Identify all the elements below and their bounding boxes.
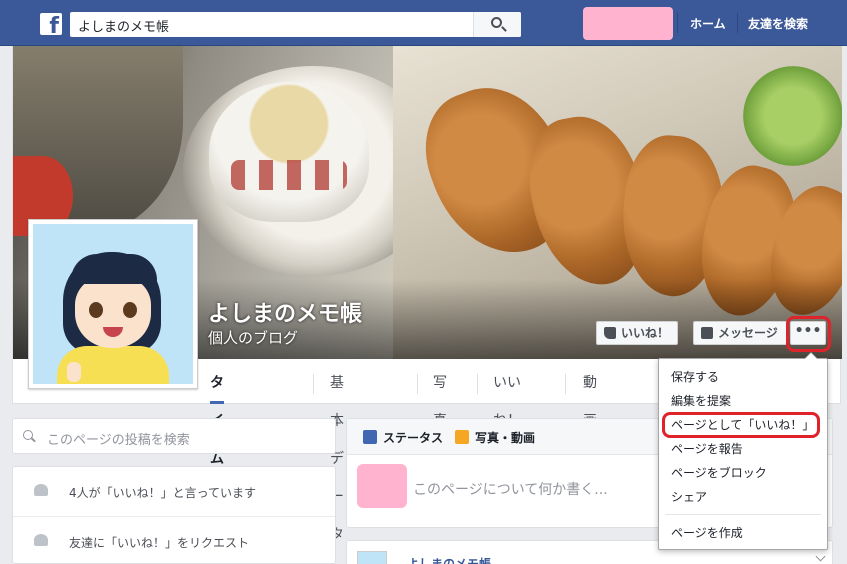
post-avatar[interactable] [357,551,387,564]
photo-video-tab[interactable]: 写真・動画 [455,429,535,446]
menu-item-share[interactable]: シェア [671,488,707,505]
thumbs-up-icon [604,327,616,339]
pencil-icon [363,430,377,444]
photo-icon [455,430,469,444]
menu-divider [665,514,821,515]
page-post-search[interactable]: このページの投稿を検索 [12,418,336,454]
nav-divider [677,13,678,33]
facebook-logo-icon[interactable]: f [40,13,62,38]
menu-item-block-page[interactable]: ページをブロック [671,464,767,481]
tab-videos[interactable]: 動画 [583,364,597,429]
tab-timeline[interactable]: タイムライン [210,364,224,543]
status-tab[interactable]: ステータス [363,429,443,446]
search-icon [491,17,502,28]
nav-divider [737,13,738,33]
tab-photos[interactable]: 写真 [433,364,447,429]
add-person-icon [34,534,48,546]
people-icon [34,484,48,496]
page-title[interactable]: よしまのメモ帳 [208,296,362,328]
message-icon [701,327,713,339]
menu-item-create-page[interactable]: ページを作成 [671,524,743,541]
likes-count-row[interactable]: 4人が「いいね！」と言っています [13,467,335,516]
post-author[interactable]: よしまのメモ帳 [407,555,491,564]
menu-item-save[interactable]: 保存する [671,368,719,385]
profile-picture[interactable] [28,219,198,389]
composer-input[interactable]: このページについて何か書く... [413,479,608,499]
composer-avatar [357,464,407,508]
tab-likes[interactable]: いいね！ [493,364,521,429]
highlight-ring-like-as-page [662,412,820,438]
likes-card: 4人が「いいね！」と言っています 友達に「いいね！」をリクエスト [12,466,336,564]
page-category[interactable]: 個人のブログ [208,327,298,348]
like-page-button[interactable]: いいね！ [596,321,679,345]
menu-item-suggest-edit[interactable]: 編集を提案 [671,392,731,409]
highlight-ring-more [786,316,831,352]
search-icon [23,430,33,440]
nav-find-friends[interactable]: 友達を検索 [748,15,808,32]
chevron-down-icon[interactable] [815,551,826,562]
tab-about[interactable]: 基本データ [330,364,344,543]
search-input[interactable]: よしまのメモ帳 [70,12,521,37]
menu-item-report-page[interactable]: ページを報告 [671,440,743,457]
profile-shortcut[interactable] [583,7,673,40]
page-header-card: よしまのメモ帳 個人のブログ いいね！ メッセージ ••• タイムライン 基本デ… [12,46,842,543]
avatar [33,224,193,384]
invite-friends-row[interactable]: 友達に「いいね！」をリクエスト [13,517,335,564]
top-bar: f よしまのメモ帳 ホーム 友達を検索 [0,0,847,46]
nav-home[interactable]: ホーム [690,15,726,32]
search-placeholder: このページの投稿を検索 [47,433,190,448]
message-button[interactable]: メッセージ [693,321,787,345]
more-options-menu: 保存する 編集を提案 ページとして「いいね！」 ページを報告 ページをブロック … [658,352,828,550]
search-value: よしまのメモ帳 [78,20,170,35]
search-button[interactable] [473,12,521,37]
